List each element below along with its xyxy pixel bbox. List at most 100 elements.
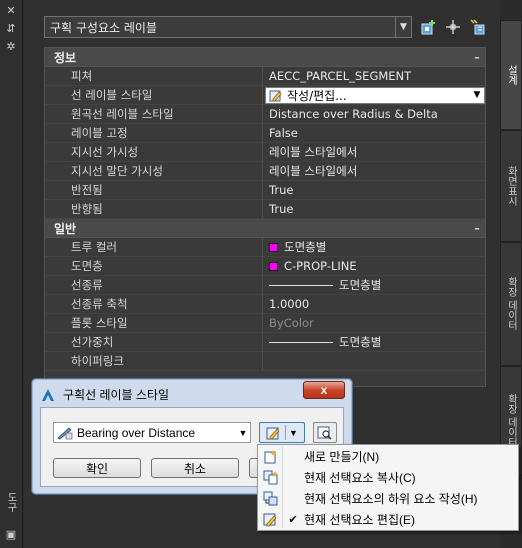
tab-design[interactable]: 설계 bbox=[500, 20, 522, 130]
property-row[interactable]: 선가중치 도면층별 bbox=[45, 332, 485, 352]
chevron-down-icon[interactable]: ▼ bbox=[395, 17, 411, 37]
property-value-cell: 도면층별 bbox=[263, 334, 485, 350]
property-row[interactable]: 하이퍼링크 bbox=[45, 351, 485, 371]
collapse-icon[interactable]: – bbox=[469, 222, 485, 235]
style-context-menu: 새로 만들기(N) 현재 선택요소 복사(C) 현재 선택요소의 하위 요소 작… bbox=[257, 444, 519, 531]
menu-item-edit[interactable]: ✔ 현재 선택요소 편집(E) bbox=[260, 509, 516, 529]
close-button[interactable]: x bbox=[303, 381, 345, 399]
property-value-cell: 도면층별 bbox=[263, 277, 485, 293]
color-swatch bbox=[269, 242, 278, 252]
menu-item-label: 현재 선택요소 편집(E) bbox=[304, 512, 415, 527]
category-general[interactable]: 일반 – bbox=[45, 219, 485, 238]
property-row[interactable]: 플롯 스타일 ByColor bbox=[45, 313, 485, 333]
property-value-cell: C-PROP-LINE bbox=[263, 259, 485, 273]
property-value-cell: 작성/편집... ▼ bbox=[263, 86, 485, 104]
menu-item-label: 현재 선택요소의 하위 요소 작성(H) bbox=[304, 491, 478, 506]
palette-title: 도구 bbox=[5, 492, 16, 512]
property-name: 플롯 스타일 bbox=[45, 313, 263, 333]
new-icon bbox=[260, 446, 282, 466]
property-row[interactable]: 선종류 축척 1.0000 bbox=[45, 294, 485, 314]
app-logo-icon bbox=[42, 388, 54, 401]
property-value: AECC_PARCEL_SEGMENT bbox=[269, 69, 412, 83]
menu-item-label: 현재 선택요소 복사(C) bbox=[304, 470, 416, 485]
property-name: 레이블 고정 bbox=[45, 123, 263, 143]
style-icon bbox=[57, 426, 73, 439]
chevron-down-icon[interactable]: ▼ bbox=[470, 90, 484, 100]
edit-style-icon bbox=[269, 90, 282, 101]
preview-button[interactable] bbox=[313, 422, 337, 443]
property-row[interactable]: 반향됨 True bbox=[45, 199, 485, 219]
property-row[interactable]: 지시선 가시성 레이블 스타일에서 bbox=[45, 142, 485, 162]
category-title: 정보 bbox=[54, 50, 77, 65]
property-name: 하이퍼링크 bbox=[45, 351, 263, 371]
property-name: 반전됨 bbox=[45, 180, 263, 200]
selection-dropdown[interactable]: 구획 구성요소 레이블 ▼ bbox=[44, 16, 412, 38]
property-row-line-label-style[interactable]: 선 레이블 스타일 작성/편집... ▼ bbox=[45, 85, 485, 105]
category-title: 일반 bbox=[54, 221, 77, 236]
property-name: 도면층 bbox=[45, 256, 263, 276]
close-icon[interactable]: ✕ bbox=[4, 4, 18, 18]
property-name: 선종류 bbox=[45, 275, 263, 295]
line-label-style-select[interactable]: 작성/편집... ▼ bbox=[265, 86, 485, 104]
property-value: 1.0000 bbox=[269, 297, 310, 311]
edit-icon bbox=[260, 509, 282, 529]
property-name: 선가중치 bbox=[45, 332, 263, 352]
lineweight-preview bbox=[269, 341, 333, 343]
property-row[interactable]: 레이블 고정 False bbox=[45, 123, 485, 143]
property-value: True bbox=[269, 183, 294, 197]
property-name: 지시선 가시성 bbox=[45, 142, 263, 162]
palette-menu-icon[interactable]: ▣ bbox=[4, 528, 18, 542]
property-value: 레이블 스타일에서 bbox=[269, 145, 358, 159]
property-value: 레이블 스타일에서 bbox=[269, 164, 358, 178]
check-icon: ✔ bbox=[288, 513, 298, 526]
property-name: 원곡선 레이블 스타일 bbox=[45, 104, 263, 124]
collapse-icon[interactable]: – bbox=[469, 51, 485, 64]
dialog-titlebar[interactable]: 구획선 레이블 스타일 bbox=[41, 386, 169, 403]
property-row[interactable]: 피쳐 AECC_PARCEL_SEGMENT bbox=[45, 66, 485, 86]
property-value: C-PROP-LINE bbox=[284, 259, 357, 273]
tab-extended-data[interactable]: 확장 데이터 bbox=[500, 242, 522, 366]
dialog-title: 구획선 레이블 스타일 bbox=[63, 388, 170, 402]
property-value: 도면층별 bbox=[339, 335, 382, 349]
chevron-down-icon[interactable]: ▼ bbox=[236, 428, 250, 438]
property-value: 도면층별 bbox=[284, 240, 327, 254]
property-row[interactable]: 트루 컬러 도면층별 bbox=[45, 237, 485, 257]
style-combo-value: Bearing over Distance bbox=[77, 425, 196, 440]
quick-select-icon[interactable] bbox=[468, 18, 486, 36]
copy-icon bbox=[260, 467, 282, 487]
property-value: ByColor bbox=[269, 316, 314, 330]
selection-value: 구획 구성요소 레이블 bbox=[50, 20, 157, 35]
menu-item-new[interactable]: 새로 만들기(N) bbox=[260, 446, 516, 466]
menu-item-copy[interactable]: 현재 선택요소 복사(C) bbox=[260, 467, 516, 487]
property-name: 트루 컬러 bbox=[45, 237, 263, 257]
autohide-icon[interactable]: ⇵ bbox=[4, 22, 18, 36]
edit-style-icon bbox=[266, 427, 280, 439]
property-value: 도면층별 bbox=[339, 278, 382, 292]
cancel-button[interactable]: 취소 bbox=[151, 458, 239, 478]
split-divider bbox=[285, 425, 287, 440]
pick-icon[interactable] bbox=[444, 18, 462, 36]
property-row[interactable]: 도면층 C-PROP-LINE bbox=[45, 256, 485, 276]
category-info[interactable]: 정보 – bbox=[45, 48, 485, 67]
property-row[interactable]: 지시선 말단 가시성 레이블 스타일에서 bbox=[45, 161, 485, 181]
linetype-preview bbox=[269, 284, 333, 286]
menu-item-label: 새로 만들기(N) bbox=[304, 449, 380, 464]
property-value-cell: 도면층별 bbox=[263, 239, 485, 255]
add-palette-icon[interactable] bbox=[420, 18, 438, 36]
property-name: 반향됨 bbox=[45, 199, 263, 219]
palette-title-bar: ✕ ⇵ ✲ 도구 ▣ bbox=[0, 0, 23, 548]
property-name: 지시선 말단 가시성 bbox=[45, 161, 263, 181]
property-name: 선 레이블 스타일 bbox=[45, 85, 263, 105]
preview-icon bbox=[317, 426, 332, 440]
edit-style-split-button[interactable]: ▼ bbox=[259, 422, 305, 443]
style-combo[interactable]: Bearing over Distance ▼ bbox=[53, 422, 251, 443]
tab-display[interactable]: 화면표시 bbox=[500, 130, 522, 242]
close-icon: x bbox=[320, 383, 328, 397]
menu-item-create-child[interactable]: 현재 선택요소의 하위 요소 작성(H) bbox=[260, 488, 516, 508]
ok-button[interactable]: 확인 bbox=[53, 458, 141, 478]
chevron-down-icon[interactable]: ▼ bbox=[289, 428, 298, 438]
properties-icon[interactable]: ✲ bbox=[4, 40, 18, 54]
property-row[interactable]: 반전됨 True bbox=[45, 180, 485, 200]
property-row[interactable]: 원곡선 레이블 스타일 Distance over Radius & Delta bbox=[45, 104, 485, 124]
property-row[interactable]: 선종류 도면층별 bbox=[45, 275, 485, 295]
